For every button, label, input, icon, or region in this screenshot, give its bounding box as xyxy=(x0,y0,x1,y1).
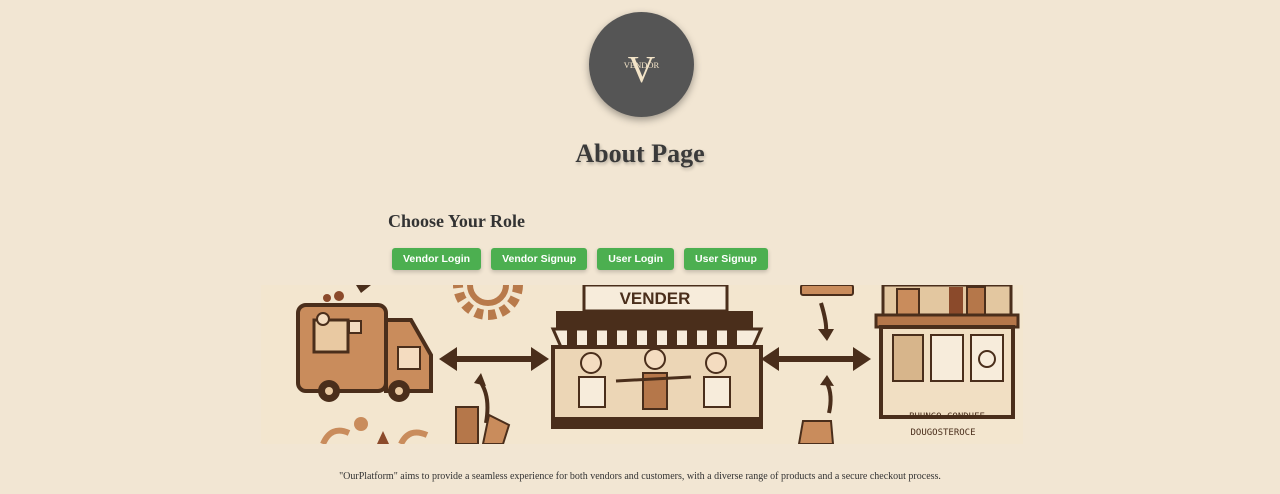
logo-letter: V xyxy=(628,49,656,91)
role-heading: Choose Your Role xyxy=(388,211,526,231)
recycle-icon xyxy=(320,417,429,444)
boxes-icon xyxy=(455,406,511,444)
shopping-bag-icon xyxy=(797,375,835,444)
page-title: About Page xyxy=(575,139,705,168)
stall-sign-text: VENDER xyxy=(620,289,691,308)
arrow-icon xyxy=(356,285,371,293)
double-arrow-icon xyxy=(439,347,549,371)
gear-icon xyxy=(453,285,523,320)
double-arrow-icon-right xyxy=(761,347,871,371)
vendor-stall-icon: VENDER xyxy=(550,285,764,429)
down-arrow-icon xyxy=(800,285,854,341)
user-login-button[interactable]: User Login xyxy=(597,248,675,270)
delivery-truck-icon xyxy=(296,291,433,402)
shelf-text-1: BUUNGO CONDUEE xyxy=(909,412,985,422)
vendor-logo: V VENDOR xyxy=(589,12,694,117)
vendor-login-button[interactable]: Vendor Login xyxy=(392,248,482,270)
role-button-group: Vendor Login Vendor Signup User Login Us… xyxy=(392,248,768,270)
platform-description: "OurPlatform" aims to provide a seamless… xyxy=(339,471,941,482)
user-signup-button[interactable]: User Signup xyxy=(684,248,768,270)
vendor-signup-button[interactable]: Vendor Signup xyxy=(491,248,588,270)
logo-word: VENDOR xyxy=(624,60,660,70)
shelf-text-2: DOUGOSTEROCE xyxy=(910,428,975,438)
shelf-icon: BUUNGO CONDUEE DOUGOSTEROCE xyxy=(874,285,1020,438)
marketplace-illustration: VENDER BUUNGO CONDUEE DOUGOSTEROCE xyxy=(261,285,1023,444)
